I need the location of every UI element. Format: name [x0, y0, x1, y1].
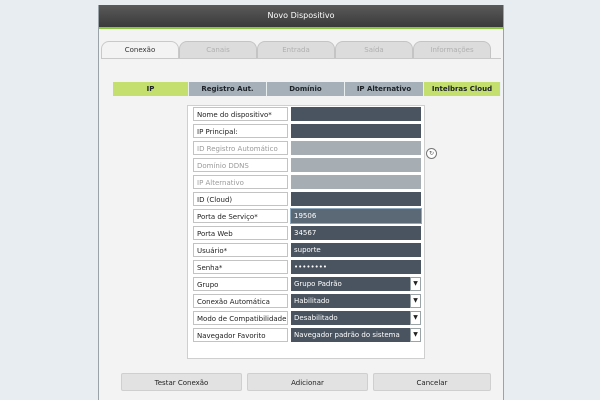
tab-canais[interactable]: Canais: [179, 41, 257, 58]
device-name-label: Nome do dispositivo*: [193, 107, 288, 121]
web-port-input[interactable]: 34567: [291, 226, 421, 240]
test-connection-button[interactable]: Testar Conexão: [121, 373, 242, 391]
main-ip-input[interactable]: [291, 124, 421, 138]
alt-ip-input: [291, 175, 421, 189]
subtab-ip-alternativo[interactable]: IP Alternativo: [345, 82, 424, 96]
user-label: Usuário*: [193, 243, 288, 257]
device-dialog: Novo Dispositivo Conexão Canais Entrada …: [98, 5, 504, 400]
compat-mode-label: Modo de Compatibilidade: [193, 311, 288, 325]
auto-connect-select[interactable]: Habilitado ▼: [291, 294, 421, 308]
auto-register-input: [291, 141, 421, 155]
subtab-dominio[interactable]: Domínio: [267, 82, 345, 96]
compat-mode-select[interactable]: Desabilitado ▼: [291, 311, 421, 325]
group-select-value: Grupo Padrão: [294, 280, 342, 288]
chevron-down-icon[interactable]: ▼: [410, 328, 421, 342]
password-label: Senha*: [193, 260, 288, 274]
service-port-label: Porta de Serviço*: [193, 209, 288, 223]
ddns-label: Domínio DDNS: [193, 158, 288, 172]
cloud-id-label: ID (Cloud): [193, 192, 288, 206]
add-button[interactable]: Adicionar: [247, 373, 368, 391]
chevron-down-icon[interactable]: ▼: [410, 311, 421, 325]
main-ip-label: IP Principal:: [193, 124, 288, 138]
tab-entrada[interactable]: Entrada: [257, 41, 335, 58]
subtab-registro-aut[interactable]: Registro Aut.: [189, 82, 267, 96]
compat-mode-select-value: Desabilitado: [294, 314, 338, 322]
password-input[interactable]: ••••••••: [291, 260, 421, 274]
refresh-icon[interactable]: ↻: [426, 148, 437, 159]
tab-bar: Conexão Canais Entrada Saída Informações: [101, 41, 501, 59]
group-select[interactable]: Grupo Padrão ▼: [291, 277, 421, 291]
device-name-input[interactable]: [291, 107, 421, 121]
subtab-intelbras-cloud[interactable]: Intelbras Cloud: [424, 82, 501, 96]
cancel-button[interactable]: Cancelar: [373, 373, 491, 391]
web-port-label: Porta Web: [193, 226, 288, 240]
tab-divider: [101, 58, 501, 59]
user-input[interactable]: suporte: [291, 243, 421, 257]
tab-conexao[interactable]: Conexão: [101, 41, 179, 58]
tab-saida[interactable]: Saída: [335, 41, 413, 58]
auto-connect-select-value: Habilitado: [294, 297, 330, 305]
cloud-id-input[interactable]: [291, 192, 421, 206]
browser-select[interactable]: Navegador padrão do sistema ▼: [291, 328, 421, 342]
connection-type-tabs: IP Registro Aut. Domínio IP Alternativo …: [113, 82, 501, 96]
chevron-down-icon[interactable]: ▼: [410, 294, 421, 308]
browser-select-value: Navegador padrão do sistema: [294, 331, 400, 339]
auto-register-label: ID Registro Automático: [193, 141, 288, 155]
service-port-input[interactable]: 19506: [290, 208, 422, 224]
subtab-ip[interactable]: IP: [113, 82, 189, 96]
alt-ip-label: IP Alternativo: [193, 175, 288, 189]
tab-informacoes[interactable]: Informações: [413, 41, 491, 58]
ddns-input: [291, 158, 421, 172]
dialog-title: Novo Dispositivo: [99, 5, 503, 29]
chevron-down-icon[interactable]: ▼: [410, 277, 421, 291]
browser-label: Navegador Favorito: [193, 328, 288, 342]
auto-connect-label: Conexão Automática: [193, 294, 288, 308]
group-label: Grupo: [193, 277, 288, 291]
